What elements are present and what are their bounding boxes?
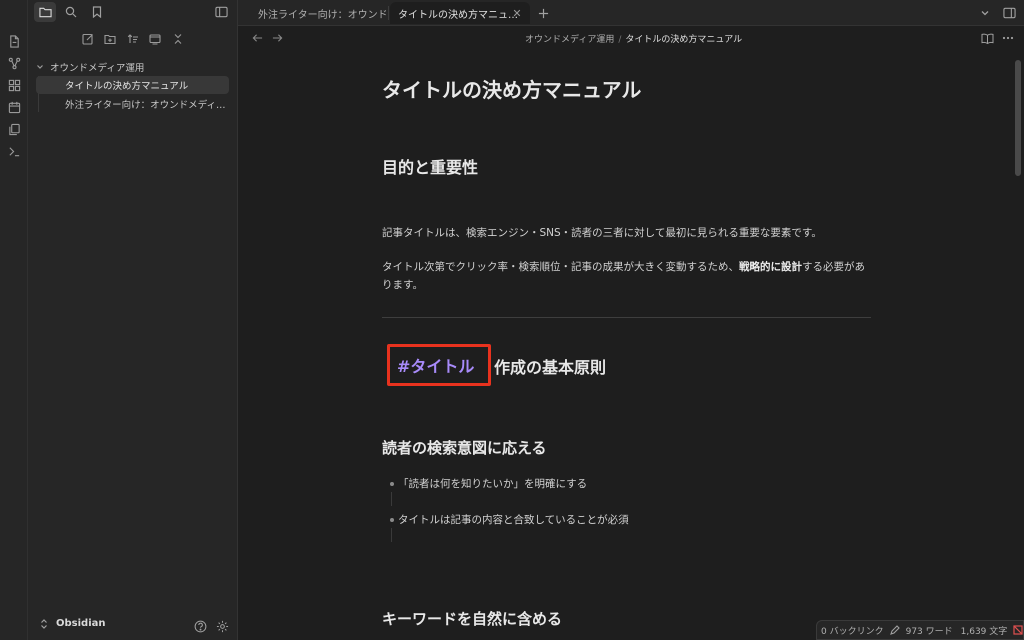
auto-reveal-icon[interactable] <box>146 30 164 48</box>
reading-view-book-icon[interactable] <box>979 30 995 46</box>
bullet-icon <box>390 518 394 522</box>
word-count: 973 ワード <box>905 626 953 637</box>
folder-row[interactable]: オウンドメディア運用 <box>36 58 144 76</box>
search-icon[interactable] <box>60 2 82 22</box>
vault-name: Obsidian <box>56 618 106 629</box>
calendar-icon[interactable] <box>5 98 23 116</box>
subheading-keywords: キーワードを自然に含める <box>382 610 563 628</box>
tag-title[interactable]: #タイトル <box>397 353 474 377</box>
list-item: タイトルは記事の内容と合致していることが必須 <box>398 514 629 526</box>
sidebar-tab-header <box>28 0 238 24</box>
folder-label: オウンドメディア運用 <box>50 63 145 74</box>
bookmark-icon[interactable] <box>86 2 108 22</box>
sidebar-footer: Obsidian <box>28 612 238 640</box>
more-options-icon[interactable] <box>1000 30 1016 46</box>
breadcrumb-current[interactable]: タイトルの決め方マニュアル <box>625 35 742 45</box>
char-count: 1,639 文字 <box>960 626 1008 637</box>
close-icon[interactable]: ✕ <box>510 6 524 20</box>
settings-gear-icon[interactable] <box>214 618 230 634</box>
paragraph: 記事タイトルは、検索エンジン・SNS・読者の三者に対して最初に見られる重要な要素… <box>382 227 822 239</box>
sort-icon[interactable] <box>124 30 142 48</box>
section-heading-purpose: 目的と重要性 <box>382 158 479 177</box>
list-indent-guide <box>391 528 392 542</box>
file-explorer-sidebar: オウンドメディア運用 タイトルの決め方マニュアル 外注ライター向け：オウンドメデ… <box>28 0 238 640</box>
section-heading-principles: 作成の基本原則 <box>494 358 607 377</box>
horizontal-rule <box>382 317 871 318</box>
edit-pencil-icon[interactable] <box>888 625 902 635</box>
tab-title-manual[interactable]: タイトルの決め方マニュ… ✕ <box>390 2 530 24</box>
templates-icon[interactable] <box>5 120 23 138</box>
graph-view-icon[interactable] <box>5 54 23 72</box>
tab-label: 外注ライター向け：オウンド… <box>258 9 386 21</box>
paragraph-text: タイトル次第でクリック率・検索順位・記事の成果が大きく変動するため、 <box>382 261 739 273</box>
open-file-icon[interactable] <box>5 32 23 50</box>
help-icon[interactable] <box>192 618 208 634</box>
back-arrow-icon[interactable] <box>248 29 266 47</box>
toggle-sidebar-icon[interactable] <box>210 2 232 22</box>
forward-arrow-icon[interactable] <box>268 29 286 47</box>
subheading-search-intent: 読者の検索意図に応える <box>382 439 547 457</box>
file-item-writer-guide[interactable]: 外注ライター向け：オウンドメディ… <box>36 95 229 113</box>
vault-switcher[interactable]: Obsidian <box>40 618 106 629</box>
new-tab-plus-icon[interactable] <box>534 4 552 22</box>
new-note-icon[interactable] <box>79 30 97 48</box>
files-icon[interactable] <box>34 2 56 22</box>
collapse-all-icon[interactable] <box>169 30 187 48</box>
new-folder-icon[interactable] <box>101 30 119 48</box>
list-indent-guide <box>391 492 392 506</box>
terminal-icon[interactable] <box>5 142 23 160</box>
tab-divider <box>388 6 389 20</box>
sync-status-icon[interactable] <box>1011 625 1024 635</box>
breadcrumb-folder[interactable]: オウンドメディア運用 <box>525 35 614 45</box>
editor-scrollbar[interactable] <box>1015 60 1021 176</box>
file-explorer-actions <box>28 30 238 50</box>
list-item: 「読者は何を知りたいか」を明確にする <box>398 478 588 490</box>
canvas-icon[interactable] <box>5 76 23 94</box>
backlinks-count[interactable]: 0 バックリンク <box>817 624 888 637</box>
bold-text: 戦略的に設計 <box>739 261 802 273</box>
paragraph-strategic: タイトル次第でクリック率・検索順位・記事の成果が大きく変動するため、戦略的に設計… <box>382 258 872 294</box>
chevron-updown-icon <box>40 618 48 629</box>
tab-list-chevron-icon[interactable] <box>976 4 994 22</box>
tab-label: タイトルの決め方マニュ… <box>398 9 518 21</box>
breadcrumb-separator: / <box>618 35 622 45</box>
breadcrumb: オウンドメディア運用 / タイトルの決め方マニュアル <box>525 32 742 45</box>
tab-bar: 外注ライター向け：オウンド… タイトルの決め方マニュ… ✕ <box>238 0 1024 26</box>
bullet-icon <box>390 482 394 486</box>
file-item-title-manual[interactable]: タイトルの決め方マニュアル <box>36 76 229 94</box>
chevron-down-icon <box>36 63 44 71</box>
ribbon <box>0 0 28 640</box>
note-title: タイトルの決め方マニュアル <box>382 78 642 102</box>
toggle-right-sidebar-icon[interactable] <box>1000 4 1018 22</box>
tab-writer-guide[interactable]: 外注ライター向け：オウンド… <box>250 2 386 24</box>
status-bar: 0 バックリンク 973 ワード 1,639 文字 <box>816 620 1024 640</box>
view-header: オウンドメディア運用 / タイトルの決め方マニュアル <box>238 26 1024 50</box>
